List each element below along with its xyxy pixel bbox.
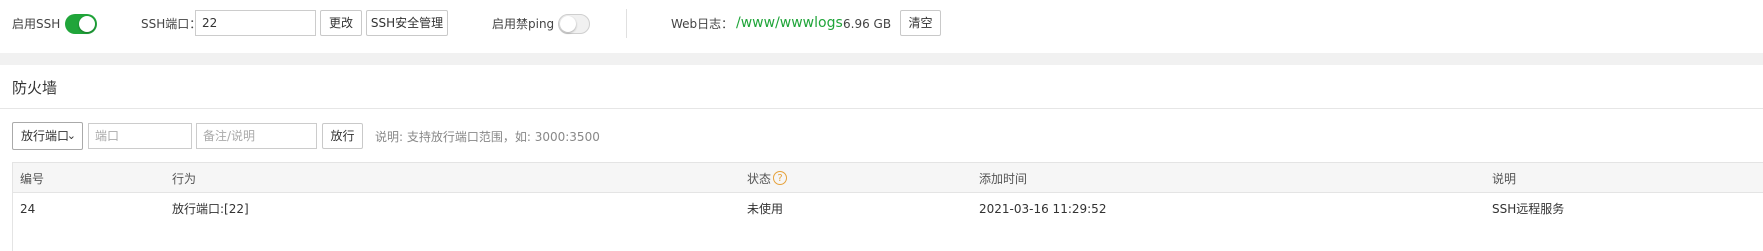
help-icon[interactable]: ? xyxy=(773,171,787,185)
title-divider xyxy=(0,108,1763,109)
chevron-down-icon: ⌄ xyxy=(66,129,76,142)
section-title: 防火墙 xyxy=(12,79,58,97)
port-input[interactable]: 端口 xyxy=(88,123,192,149)
section-separator xyxy=(0,53,1763,65)
col-header-status: 状态 xyxy=(747,172,772,186)
ping-disable-label: 启用禁ping xyxy=(492,17,555,31)
cell-added: 2021-03-16 11:29:52 xyxy=(979,202,1107,216)
ssh-port-label: SSH端口： xyxy=(141,17,202,31)
ssh-enable-label: 启用SSH xyxy=(12,17,61,31)
ssh-security-button[interactable]: SSH安全管理 xyxy=(366,10,448,36)
ping-disable-toggle[interactable] xyxy=(558,14,590,34)
col-header-id: 编号 xyxy=(20,172,45,186)
weblog-path-link[interactable]: /www/wwwlogs xyxy=(736,14,843,32)
cell-action: 放行端口:[22] xyxy=(172,202,249,216)
change-port-button[interactable]: 更改 xyxy=(320,10,362,36)
rule-type-value: 放行端口 xyxy=(21,129,70,143)
cell-id: 24 xyxy=(20,202,36,216)
weblog-size: 6.96 GB xyxy=(843,17,892,31)
toggle-knob xyxy=(79,16,95,32)
col-header-action: 行为 xyxy=(172,172,197,186)
cell-status: 未使用 xyxy=(747,202,784,216)
rule-type-select[interactable]: 放行端口 ⌄ xyxy=(12,122,83,150)
cell-desc: SSH远程服务 xyxy=(1492,202,1565,216)
ssh-port-input[interactable]: 22 xyxy=(195,10,316,36)
col-header-added: 添加时间 xyxy=(979,172,1028,186)
note-input[interactable]: 备注/说明 xyxy=(196,123,317,149)
divider xyxy=(626,9,627,38)
hint-text: 说明: 支持放行端口范围，如: 3000:3500 xyxy=(375,130,600,144)
ssh-enable-toggle[interactable] xyxy=(65,14,97,34)
weblog-label: Web日志： xyxy=(671,17,734,31)
col-header-desc: 说明 xyxy=(1492,172,1517,186)
clear-logs-button[interactable]: 清空 xyxy=(900,10,941,36)
allow-port-button[interactable]: 放行 xyxy=(322,123,363,149)
table-row: 24 放行端口:[22] 未使用 2021-03-16 11:29:52 SSH… xyxy=(12,193,1763,224)
toggle-knob xyxy=(560,16,576,32)
